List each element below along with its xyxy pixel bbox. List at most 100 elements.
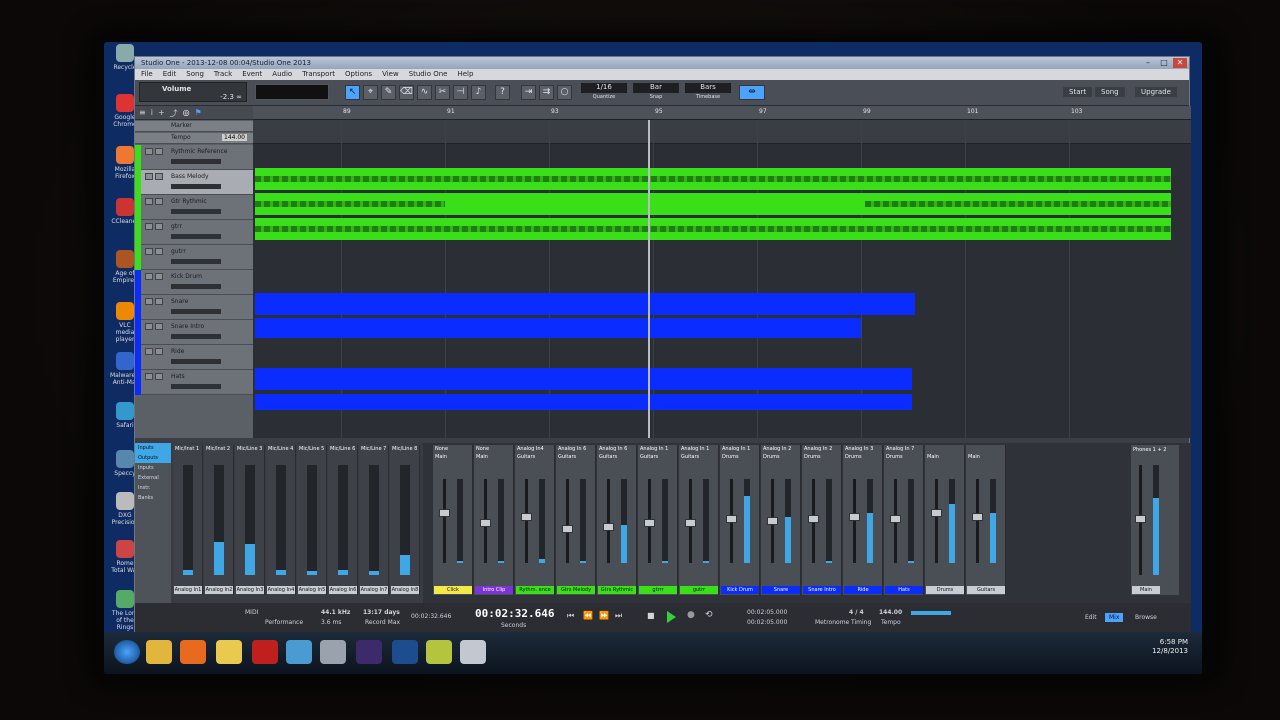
track-header[interactable]: Ride (135, 345, 253, 370)
console-side-item[interactable]: Banks (135, 493, 171, 503)
channel-fader[interactable] (480, 479, 491, 563)
channel-name[interactable]: Snare (762, 586, 800, 594)
track-volume[interactable] (171, 234, 221, 239)
track-header[interactable]: Snare Intro (135, 320, 253, 345)
range-tool-icon[interactable]: ⌖ (363, 85, 378, 100)
studio-one-taskbar-icon[interactable] (320, 640, 346, 664)
marker-flag-icon[interactable]: ⚑ (195, 108, 202, 117)
mute-button[interactable] (145, 373, 153, 380)
track-volume[interactable] (171, 209, 221, 214)
clip-hats[interactable] (255, 394, 912, 410)
channel-name[interactable]: Rythm. ence (516, 586, 554, 594)
fader-cap[interactable] (767, 517, 778, 525)
input-strip-channel[interactable]: Analog In8 (391, 586, 419, 594)
channel-name[interactable]: gtrrr (639, 586, 677, 594)
main-fader[interactable] (1135, 465, 1146, 575)
loop-start[interactable]: 00:02:05.000 (747, 609, 787, 616)
console-side-item[interactable]: Outputs (135, 453, 171, 463)
tempo-track-value[interactable]: 144.00 (222, 134, 247, 141)
channel-output[interactable]: Guitars (679, 454, 718, 462)
mute-button[interactable] (145, 323, 153, 330)
input-strip-channel[interactable]: Analog In3 (236, 586, 264, 594)
menu-song[interactable]: Song (186, 69, 204, 80)
input-strip-channel[interactable]: Analog In4 (267, 586, 295, 594)
pencil-tool-icon[interactable]: ✎ (381, 85, 396, 100)
channel-input[interactable]: Analog In 6 (597, 445, 636, 454)
channel-input[interactable]: None (433, 445, 472, 454)
track-volume[interactable] (171, 259, 221, 264)
start-button[interactable]: Start (1063, 87, 1093, 97)
channel-name[interactable]: Intro Clip (475, 586, 513, 594)
record-icon[interactable]: ● (687, 610, 695, 620)
track-volume[interactable] (171, 384, 221, 389)
channel-input[interactable]: Analog In 3 (843, 445, 882, 454)
fader-cap[interactable] (480, 519, 491, 527)
console-side-item[interactable]: Inputs (135, 463, 171, 473)
photoshop-taskbar-icon[interactable] (392, 640, 418, 664)
fader-cap[interactable] (890, 515, 901, 523)
snap-value[interactable]: Bar (633, 83, 679, 93)
menu-transport[interactable]: Transport (302, 69, 335, 80)
inspector-icon[interactable]: i (151, 108, 153, 117)
channel-output[interactable]: Main (474, 454, 513, 462)
edit-view-button[interactable]: Edit (1081, 613, 1101, 622)
solo-button[interactable] (155, 198, 163, 205)
loop-toggle-icon[interactable]: ⟲ (705, 610, 713, 620)
explorer-taskbar-icon[interactable] (216, 640, 242, 664)
song-button[interactable]: Song (1095, 87, 1125, 97)
loop-icon[interactable]: ◎ (183, 108, 190, 117)
channel-output[interactable]: Guitars (597, 454, 636, 462)
automation-icon[interactable]: ⤴ (170, 108, 178, 118)
channel-fader[interactable] (726, 479, 737, 563)
playhead[interactable] (648, 120, 650, 438)
console-side-item[interactable]: Instr. (135, 483, 171, 493)
channel-input[interactable]: Analog In 2 (761, 445, 800, 454)
paint-tool-icon[interactable]: ∿ (417, 85, 432, 100)
studio-one-active-taskbar-icon[interactable] (460, 640, 486, 664)
channel-output[interactable]: Guitars (515, 454, 554, 462)
primary-time-display[interactable]: 00:02:32.646 (475, 607, 554, 620)
tempo-track[interactable]: Tempo 144.00 (135, 133, 253, 144)
mix-view-button[interactable]: Mix (1105, 613, 1124, 622)
clip-gtr-rythmic[interactable] (255, 218, 1171, 240)
channel-output[interactable]: Drums (884, 454, 923, 462)
track-name-field[interactable] (255, 84, 329, 100)
fader-cap[interactable] (972, 513, 983, 521)
fader-cap[interactable] (644, 519, 655, 527)
media-player-icon[interactable] (146, 640, 172, 664)
channel-name[interactable]: Drums (926, 586, 964, 594)
timebase-value[interactable]: Bars (685, 83, 731, 93)
channel-name[interactable]: Gtrs Rythmic (598, 586, 636, 594)
clip-ride[interactable] (255, 368, 912, 390)
upgrade-button[interactable]: Upgrade (1135, 87, 1177, 97)
console-side-item[interactable]: Inputs (135, 443, 171, 453)
channel-name[interactable]: gutrr (680, 586, 718, 594)
channel-fader[interactable] (521, 479, 532, 563)
system-clock[interactable]: 6:58 PM 12/8/2013 (1152, 638, 1188, 656)
fader-cap[interactable] (849, 513, 860, 521)
fader-cap[interactable] (603, 523, 614, 531)
channel-input[interactable]: None (474, 445, 513, 454)
channel-fader[interactable] (931, 479, 942, 563)
loop-end[interactable]: 00:02:05.000 (747, 619, 787, 626)
channel-name[interactable]: Ride (844, 586, 882, 594)
channel-fader[interactable] (972, 479, 983, 563)
list-icon[interactable]: ≡ (139, 108, 146, 117)
tempo-value[interactable]: 144.00 (879, 609, 902, 616)
marker-track[interactable]: Marker (135, 121, 253, 132)
channel-output[interactable]: Drums (802, 454, 841, 462)
mute-button[interactable] (145, 173, 153, 180)
track-header[interactable]: Rythmic Reference (135, 145, 253, 170)
channel-name[interactable]: Gtrs Melody (557, 586, 595, 594)
channel-name[interactable]: Guitars (967, 586, 1005, 594)
mute-button[interactable] (145, 348, 153, 355)
rewind-icon[interactable]: ⏪ (583, 611, 593, 620)
track-header[interactable]: Snare (135, 295, 253, 320)
channel-input[interactable]: Analog In4 (515, 445, 554, 454)
input-strip-channel[interactable]: Analog In2 (205, 586, 233, 594)
snap-toggle-icon[interactable]: ⇹ (739, 85, 765, 100)
auto-scroll-icon[interactable]: ⇥ (521, 85, 536, 100)
loop-follow-icon[interactable]: ○ (557, 85, 572, 100)
track-volume[interactable] (171, 159, 221, 164)
menu-event[interactable]: Event (242, 69, 262, 80)
